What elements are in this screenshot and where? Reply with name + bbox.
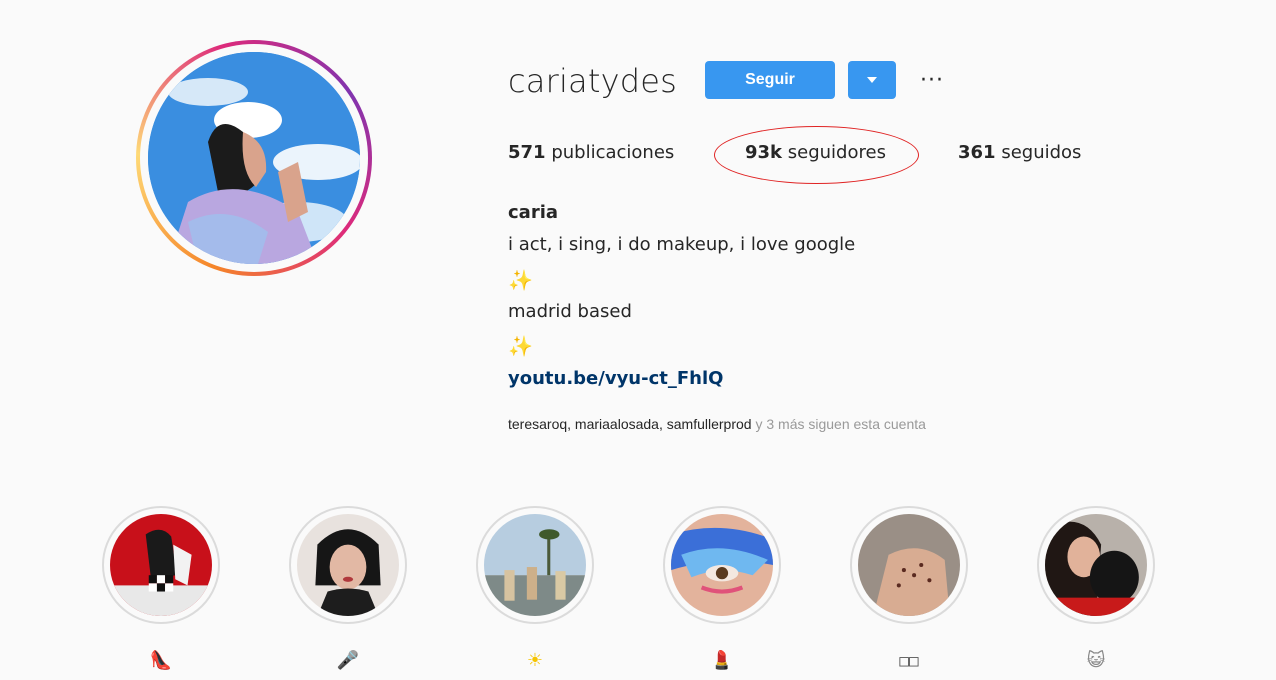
high-heel-icon: 👠 (149, 650, 173, 671)
bio-link[interactable]: youtu.be/vyu-ct_FhlQ (508, 368, 723, 389)
bio-line: madrid based (508, 301, 632, 322)
sparkles-icon: ✨ (508, 334, 533, 358)
highlight-cover (1045, 514, 1147, 616)
followed-by-names: teresaroq, mariaalosada, samfullerprod (508, 416, 752, 432)
follow-button[interactable]: Seguir (705, 61, 835, 99)
followed-by[interactable]: teresaroq, mariaalosada, samfullerprod y… (508, 416, 926, 432)
story-highlight[interactable]: 💄 (663, 506, 781, 670)
story-highlight[interactable]: 👠 (102, 506, 220, 670)
posts-count: 571 (508, 142, 546, 163)
posts-stat: 571 publicaciones (508, 142, 674, 163)
highlight-cover (858, 514, 960, 616)
lipstick-icon: 💄 (710, 650, 734, 671)
story-highlight[interactable]: 😺 (1037, 506, 1155, 670)
story-highlight[interactable]: □□ (850, 506, 968, 670)
following-count: 361 (958, 142, 996, 163)
followed-by-suffix: y 3 más siguen esta cuenta (755, 416, 926, 432)
caret-down-icon (867, 77, 877, 83)
profile-avatar[interactable] (136, 40, 372, 276)
more-icon: ··· (920, 67, 944, 93)
bio-full-name: caria (508, 202, 559, 223)
posts-label: publicaciones (551, 142, 675, 163)
sparkles-icon: ✨ (508, 268, 533, 292)
following-label: seguidos (1001, 142, 1082, 163)
following-stat[interactable]: 361 seguidos (958, 142, 1081, 163)
story-highlight[interactable]: 🎤 (289, 506, 407, 670)
cat-icon: 😺 (1086, 650, 1106, 671)
highlight-cover (110, 514, 212, 616)
story-highlight[interactable]: ☀ (476, 506, 594, 670)
microphone-icon: 🎤 (336, 650, 360, 671)
sun-icon: ☀ (526, 650, 544, 671)
boxes-icon: □□ (899, 651, 919, 670)
bio-line: i act, i sing, i do makeup, i love googl… (508, 234, 856, 255)
highlight-cover (297, 514, 399, 616)
highlight-cover (484, 514, 586, 616)
profile-username: cariatydes (508, 62, 678, 100)
suggestions-dropdown-button[interactable] (848, 61, 896, 99)
highlight-cover (671, 514, 773, 616)
annotation-ellipse (714, 126, 919, 184)
options-button[interactable]: ··· (914, 62, 950, 98)
avatar-photo (148, 52, 360, 264)
